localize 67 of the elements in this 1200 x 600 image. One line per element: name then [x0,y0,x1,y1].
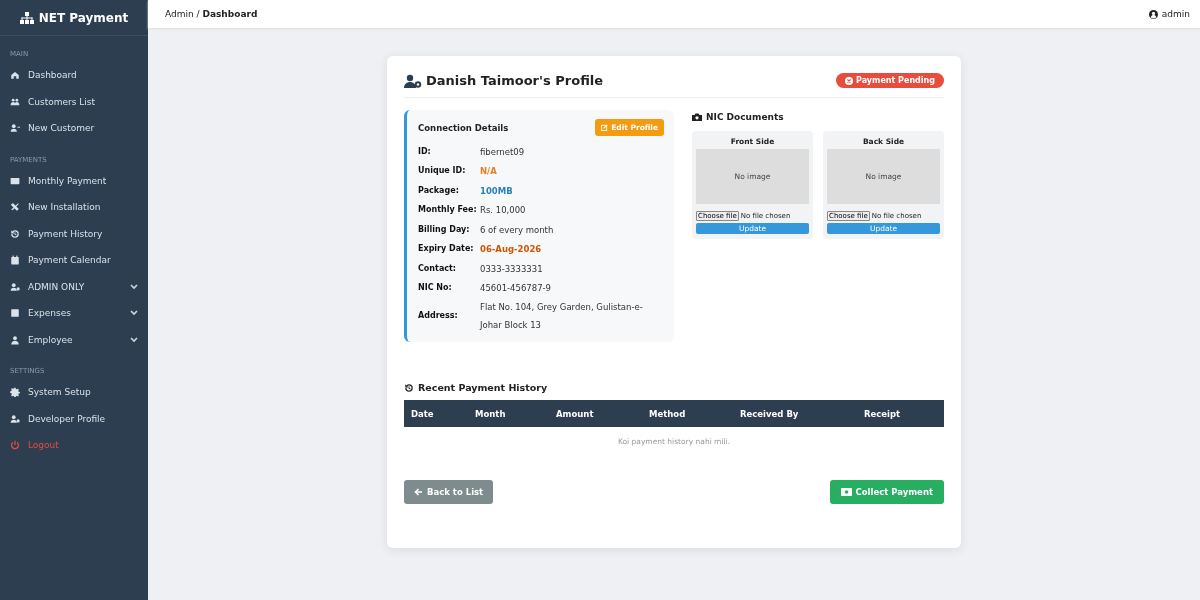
sidebar-item[interactable]: Payment Calendar [0,247,148,274]
square-icon [10,308,20,319]
detail-label: ID: [418,145,432,158]
brand-name: NET Payment [38,10,129,25]
column-header: Receipt [864,408,901,419]
power-icon [10,440,20,451]
detail-label: Monthly Fee: [418,204,478,217]
detail-value: 0333-3333331 [480,262,544,276]
house-icon [10,70,20,81]
user-gear-icon [404,73,422,88]
column-header: Method [649,408,686,419]
cash-icon [10,175,20,186]
column-header: Received By [740,408,799,419]
calendar-icon [10,255,20,266]
sidebar-item[interactable]: New Installation [0,194,148,221]
sidebar-item[interactable]: Monthly Payment [0,167,148,194]
sidebar-item[interactable]: System Setup [0,379,148,406]
detail-label: Address: [418,310,459,322]
column-header: Amount [556,408,594,419]
history-icon [10,228,20,239]
status-badge: Payment Pending [836,73,944,88]
detail-label: Expiry Date: [418,243,475,256]
user-name[interactable]: admin [1161,9,1190,19]
breadcrumb-link[interactable]: Admin / [165,9,200,19]
sidebar-item[interactable]: New Customer [0,115,148,142]
user-gear-icon [10,413,20,424]
detail-label: NIC No: [418,282,453,295]
detail-label: Contact: [418,262,458,275]
arrow-left-icon [414,488,423,496]
history-icon [404,382,414,393]
detail-value: N/A [480,165,498,179]
sidebar-item[interactable]: Customers List [0,88,148,115]
cash-icon [840,488,852,496]
sidebar-item[interactable]: Employee [0,326,148,353]
sidebar-item[interactable]: Expenses [0,300,148,327]
sidebar-item[interactable]: Payment History [0,220,148,247]
camera-icon [692,113,702,121]
sidebar-item[interactable]: ADMIN ONLY [0,273,148,300]
detail-value: 6 of every month [480,223,555,237]
x-circle-icon [845,76,854,85]
network-icon [19,11,34,24]
people-icon [10,96,20,107]
edit-icon [601,124,609,131]
detail-value: Flat No. 104, Grey Garden, Gulistan-e-Johar Block 13 [480,301,644,332]
panel-title: Connection Details [418,122,509,133]
user-circle-icon [1148,9,1158,19]
detail-label: Unique ID: [418,165,467,178]
user-plus-icon [10,123,20,134]
breadcrumb-current: Dashboard [202,9,258,19]
detail-value: Rs. 10,000 [480,204,527,218]
detail-value: fibernet09 [480,145,526,159]
gear-icon [10,387,20,398]
section-title: Recent Payment History [418,382,548,393]
detail-label: Billing Day: [418,223,471,236]
detail-value: 45601-456787-9 [480,282,553,296]
detail-value: 06-Aug-2026 [480,243,543,257]
profile-title: Danish Taimoor's Profile [426,73,604,88]
tools-icon [10,202,20,213]
sidebar-item[interactable]: Developer Profile [0,405,148,432]
detail-label: Package: [418,184,460,197]
section-title: NIC Documents [706,112,784,122]
column-header: Month [475,408,506,419]
user-gear-icon [10,281,20,292]
user-icon [10,334,20,345]
column-header: Date [411,408,434,419]
sidebar-item[interactable]: Dashboard [0,62,148,89]
detail-value: 100MB [480,184,514,198]
